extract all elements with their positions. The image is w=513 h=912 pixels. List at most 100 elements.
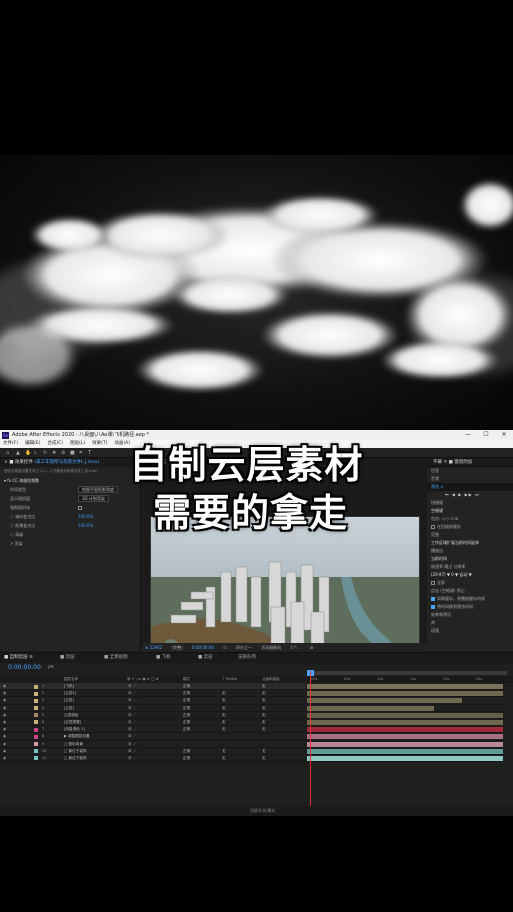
layer-duration-bar[interactable] [307,691,503,697]
visibility-eye-icon[interactable]: ◉ [3,697,6,704]
layer-parent-select[interactable]: 无 [262,697,266,704]
layer-row[interactable]: ◉ 9 □ 图标背景单 ／ [0,741,305,748]
layer-duration-bar[interactable] [307,698,462,704]
layer-trkmat-select[interactable]: 无 [222,697,226,704]
timeline-timecode[interactable]: 0:00:00:00 [8,664,41,671]
layer-mode-select[interactable]: 正常 [183,755,190,762]
layer-switches[interactable]: 单 ／ [128,683,136,690]
layer-row[interactable]: ◉ 6 [云层遮罩] 单 ／ 正常 无 无 [0,719,305,727]
visibility-eye-icon[interactable]: ◉ [3,748,6,755]
preview-item[interactable]: 将时间移到预览时间 [427,603,513,611]
layer-parent-select[interactable]: 无 [262,726,266,733]
visibility-eye-icon[interactable]: ◉ [3,733,6,740]
timeline-footer[interactable]: 切换开关/模式 [0,806,513,816]
preview-item[interactable]: (29.97) ▼ 0 ▼ 自动 ▼ [427,571,513,579]
layer-search-input[interactable]: ρ▾ [48,664,54,670]
tab-plane[interactable]: ■ 飞机 [156,653,171,663]
layer-label-color[interactable] [34,734,38,739]
layer-label-color[interactable] [34,713,38,718]
magnification-control[interactable]: ⊕ 22962 [145,645,162,650]
preview-item[interactable]: 如果缓存，则播放缓存的帧 [427,595,513,603]
layer-duration-bar[interactable] [307,748,503,754]
layer-name[interactable]: □ 景位于装饰 [64,748,124,755]
layer-label-color[interactable] [34,742,38,746]
time-ruler[interactable]: 00s 05s 10s 15s 20s 25s [307,676,513,683]
layer-parent-select[interactable]: 无 [262,690,266,697]
layer-parent-select[interactable]: 无 [262,712,266,719]
layer-switches[interactable]: 单 ／ [128,712,136,719]
layer-switches[interactable]: 单 ／ [128,748,136,755]
layer-switches[interactable]: 单 ／ [128,755,136,762]
layer-switches[interactable]: 单 ／ [128,690,136,697]
layer-mode-select[interactable]: 正常 [183,719,190,726]
layer-duration-bar[interactable] [307,719,503,725]
layer-trkmat-select[interactable]: 无 [222,705,226,712]
layer-duration-bar[interactable] [307,755,503,761]
layer-name[interactable]: [云层遮罩] [64,719,124,726]
layer-switches[interactable]: 单 ／ [128,705,136,712]
tab-cloud-2[interactable]: ■ 云层 [198,653,213,663]
layer-label-color[interactable] [34,727,38,732]
comp-timecode[interactable]: 0:00:00:00 [192,645,214,650]
preview-checkbox[interactable] [431,581,435,585]
layer-mode-select[interactable]: 正常 [183,705,190,712]
layer-name[interactable]: [飞机] [64,683,124,690]
layer-parent-select[interactable]: 无 [262,719,266,726]
preview-checkbox[interactable] [431,597,435,601]
layer-trkmat-select[interactable]: 无 [222,719,226,726]
layer-row[interactable]: ◉ 1 [飞机] 单 ／ 正常 无 [0,683,305,691]
layer-switches[interactable]: 单 ／ [128,697,136,704]
layer-mode-select[interactable]: 正常 [183,683,190,690]
layer-name[interactable]: [云层] [64,697,124,704]
layer-trkmat-select[interactable]: 无 [222,726,226,733]
visibility-eye-icon[interactable]: ◉ [3,719,6,726]
grid-icon[interactable]: ⊞ [310,645,313,650]
tab-cloud-comp[interactable]: ■ 自制云层 ≡ [4,653,33,663]
layer-switches[interactable]: 单 ／ [128,726,136,733]
quality-select[interactable]: 四分之一 [236,645,252,650]
layer-label-color[interactable] [34,698,38,703]
layer-switches[interactable]: 单 ／ [128,719,136,726]
work-area-bar[interactable] [307,671,507,675]
layer-name[interactable]: ▶ 调整图层设置 [64,733,124,740]
visibility-eye-icon[interactable]: ◉ [3,726,6,733]
visibility-eye-icon[interactable]: ◉ [3,690,6,697]
layer-trkmat-select[interactable]: 无 [222,690,226,697]
layer-label-color[interactable] [34,706,38,711]
visibility-eye-icon[interactable]: ◉ [3,741,6,748]
view-count-select[interactable]: 1个... [290,645,300,650]
layer-mode-select[interactable]: 正常 [183,748,190,755]
layer-name[interactable]: □ 图标背景 [64,741,124,748]
layer-name[interactable]: □ 景位于装饰 [64,755,124,762]
tab-cloud[interactable]: ■ 云层 [60,653,75,663]
layer-duration-bar[interactable] [307,741,503,747]
layer-duration-bar[interactable] [307,734,503,740]
layer-parent-select[interactable]: 无 [262,755,266,762]
visibility-eye-icon[interactable]: ◉ [3,683,6,690]
layer-mode-select[interactable]: 正常 [183,697,190,704]
layer-name[interactable]: 云层调色 [64,712,124,719]
layer-mode-select[interactable]: 正常 [183,690,190,697]
preview-checkbox[interactable] [431,605,435,609]
tab-panorama[interactable]: ■ 全景视图 [104,653,128,663]
layer-switches[interactable]: 单 ／ [128,733,136,740]
layer-label-color[interactable] [34,749,38,754]
layer-mode-select[interactable]: 正常 [183,712,190,719]
layer-parent-select[interactable]: 无 [262,705,266,712]
layer-name[interactable]: [测量调色 1] [64,726,124,733]
visibility-eye-icon[interactable]: ◉ [3,705,6,712]
layer-mode-select[interactable]: 正常 [183,726,190,733]
layer-label-color[interactable] [34,720,38,725]
layer-row[interactable]: ◉ 10 □ 景位于装饰单 ／ 正常 无 无 [0,748,305,755]
layer-duration-bar[interactable] [307,705,435,711]
layer-row[interactable]: ◉ 11 □ 景位于装饰单 ／ 正常 无 无 [0,755,305,763]
layer-row[interactable]: ◉ 3 [云层] 单 ／ 正常 无 无 [0,697,305,705]
preview-item[interactable]: 全屏 [427,579,513,587]
layer-trkmat-select[interactable]: 无 [222,712,226,719]
layer-name[interactable]: [云层1] [64,690,124,697]
layer-row[interactable]: ◉ 5 云层调色单 ／ 正常 无 无 [0,712,305,719]
resolution-control[interactable]: (完整) [172,645,183,650]
preview-item[interactable]: 工作区域扩展当前时间延伸 [427,539,513,547]
preview-item[interactable]: 当前时间 [427,555,513,563]
layer-switches[interactable]: 单 ／ [128,741,136,748]
